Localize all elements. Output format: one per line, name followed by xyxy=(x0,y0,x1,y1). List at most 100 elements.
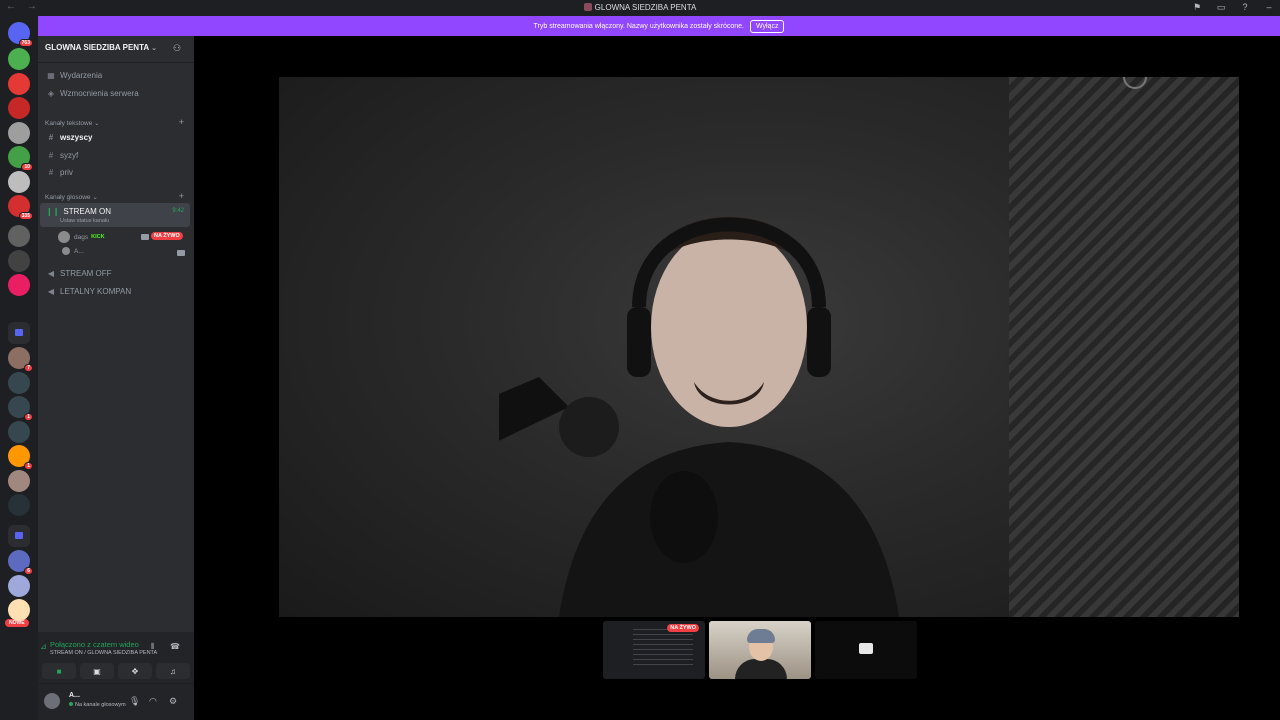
channel-sidebar: GLOWNA SIEDZIBA PENTA ⌄ ⚇ ▦ Wydarzenia ◈ … xyxy=(38,36,194,720)
disconnect-icon[interactable]: ☎ xyxy=(170,642,180,651)
chevron-down-icon: ⌄ xyxy=(151,45,158,52)
hash-icon: # xyxy=(48,133,54,142)
server-icon[interactable] xyxy=(8,371,30,394)
disable-streamer-mode-button[interactable]: Wyłącz xyxy=(749,19,785,33)
channel-status[interactable]: Ustaw status kanału xyxy=(60,218,109,224)
server-icon xyxy=(583,3,592,11)
server-icon[interactable] xyxy=(8,469,30,492)
channel-syzyf[interactable]: # syzyf xyxy=(46,151,78,160)
boost-icon: ◈ xyxy=(47,89,55,98)
server-icon[interactable] xyxy=(8,170,30,193)
avatar xyxy=(58,231,70,243)
events-item[interactable]: ▦ Wydarzenia xyxy=(46,71,102,80)
server-icon[interactable]: 1 xyxy=(8,445,33,470)
signal-icon[interactable]: ⊿ xyxy=(40,642,47,651)
live-badge: NA ŻYWO xyxy=(151,232,183,240)
server-icon[interactable]: 6 xyxy=(8,550,33,575)
voice-channel-label: STREAM OFF xyxy=(60,269,112,278)
server-icon[interactable]: 335 xyxy=(8,195,33,220)
avatar xyxy=(62,247,70,255)
channel-wszyscy[interactable]: # wszyscy xyxy=(46,133,93,142)
camera-icon xyxy=(141,234,149,240)
main-video-feed[interactable] xyxy=(279,77,1239,617)
calendar-icon: ▦ xyxy=(47,71,55,80)
boosts-item[interactable]: ◈ Wzmocnienia serwera xyxy=(46,89,139,98)
server-icon[interactable] xyxy=(8,225,30,247)
server-icon[interactable] xyxy=(8,494,30,516)
server-icon[interactable] xyxy=(8,574,30,597)
server-icon[interactable]: 10 xyxy=(8,146,33,171)
camera-thumbnail[interactable] xyxy=(709,621,811,679)
voice-channel-stream-on[interactable]: ❙❙ STREAM ON Ustaw status kanału 9:42 xyxy=(40,203,190,227)
server-icon[interactable] xyxy=(8,599,30,621)
server-icon[interactable] xyxy=(8,97,30,119)
headphones-icon[interactable]: ◠ xyxy=(149,696,157,707)
voice-activity-icon: ❙❙ xyxy=(46,207,60,216)
server-icon[interactable] xyxy=(8,420,30,443)
server-icon[interactable] xyxy=(8,121,30,144)
screen-preview xyxy=(633,629,693,669)
voice-member[interactable]: dags KICK xyxy=(58,231,105,243)
add-text-channel-icon[interactable]: + xyxy=(179,117,184,127)
banner-text: Tryb streamowania włączony. Nazwy użytko… xyxy=(533,22,744,30)
screen-share-thumbnail[interactable]: NA ŻYWO xyxy=(603,621,705,679)
participant-body xyxy=(735,659,787,679)
member-name: A... xyxy=(74,247,84,255)
voice-category[interactable]: Kanały głosowe ⌄ xyxy=(45,193,98,201)
server-badge: 7 xyxy=(24,364,33,372)
add-voice-channel-icon[interactable]: + xyxy=(179,191,184,201)
server-icon[interactable] xyxy=(8,72,30,95)
server-icon[interactable] xyxy=(8,48,30,70)
speaker-icon: ◀ xyxy=(47,269,55,278)
channel-label: priv xyxy=(60,168,73,177)
streamer-mode-banner: Tryb streamowania włączony. Nazwy użytko… xyxy=(38,16,1280,36)
screen-icon[interactable]: ▭ xyxy=(1216,2,1226,12)
voice-channel-label: LETALNY KOMPAN xyxy=(60,287,132,296)
channel-label: wszyscy xyxy=(60,133,93,142)
activities-button[interactable]: ✥ xyxy=(118,663,152,679)
guild-header[interactable]: GLOWNA SIEDZIBA PENTA ⌄ xyxy=(45,43,157,52)
text-category[interactable]: Kanały tekstowe ⌄ xyxy=(45,119,100,127)
minimize-icon[interactable]: – xyxy=(1264,2,1274,12)
server-icon[interactable] xyxy=(8,249,30,272)
member-name: dags xyxy=(74,233,89,241)
avatar[interactable] xyxy=(44,693,60,709)
server-folder[interactable] xyxy=(8,322,30,344)
soundboard-button[interactable]: ♫ xyxy=(156,663,190,679)
help-icon[interactable]: ? xyxy=(1240,2,1250,12)
settings-icon[interactable]: ⚙ xyxy=(169,696,177,707)
invite-icon[interactable]: ⚇ xyxy=(173,43,183,53)
server-badge: 6 xyxy=(24,567,33,575)
voice-channel-name: STREAM ON xyxy=(63,207,111,216)
server-icon[interactable]: 7 xyxy=(8,347,33,372)
camera-icon xyxy=(859,643,873,654)
title-actions: ⚑ ▭ ? – xyxy=(1192,2,1274,12)
voice-channel-stream-off[interactable]: ◀ STREAM OFF xyxy=(46,269,112,278)
video-stage: NA ŻYWO xyxy=(194,36,1280,720)
channel-label: syzyf xyxy=(60,151,79,160)
server-badge: 1 xyxy=(24,413,33,421)
microphone-icon[interactable]: 🎙︎ xyxy=(129,696,140,707)
noise-suppression-icon[interactable]: ⦀ xyxy=(151,642,155,652)
divider xyxy=(38,62,194,63)
server-badge: 335 xyxy=(18,212,33,220)
voice-channel-letalny-kompan[interactable]: ◀ LETALNY KOMPAN xyxy=(46,287,131,296)
camera-button[interactable]: ■ xyxy=(42,663,76,679)
user-status-text: Na kanale głosowym xyxy=(75,702,126,708)
voice-member[interactable]: A... xyxy=(58,247,84,255)
server-icon[interactable] xyxy=(8,274,30,296)
inbox-icon[interactable]: ⚑ xyxy=(1192,2,1202,12)
screen-share-button[interactable]: ▣ xyxy=(80,663,114,679)
hash-icon: # xyxy=(48,151,54,160)
channel-priv[interactable]: # priv xyxy=(46,168,73,177)
connection-status[interactable]: Połączono z czatem wideo xyxy=(50,640,139,649)
home-badge: 763 xyxy=(18,39,33,47)
connection-location: STREAM ON / GLOWNA SIEDZIBA PENTA xyxy=(50,650,158,656)
camera-off-thumbnail[interactable] xyxy=(815,621,917,679)
home-button[interactable]: 763 xyxy=(8,22,33,47)
guild-name: GLOWNA SIEDZIBA PENTA xyxy=(45,43,150,52)
server-folder[interactable] xyxy=(8,525,30,547)
title-bar: ← → GLOWNA SIEDZIBA PENTA ⚑ ▭ ? – xyxy=(0,0,1280,16)
participant-strip: NA ŻYWO xyxy=(603,621,917,679)
server-icon[interactable]: 1 xyxy=(8,396,33,421)
